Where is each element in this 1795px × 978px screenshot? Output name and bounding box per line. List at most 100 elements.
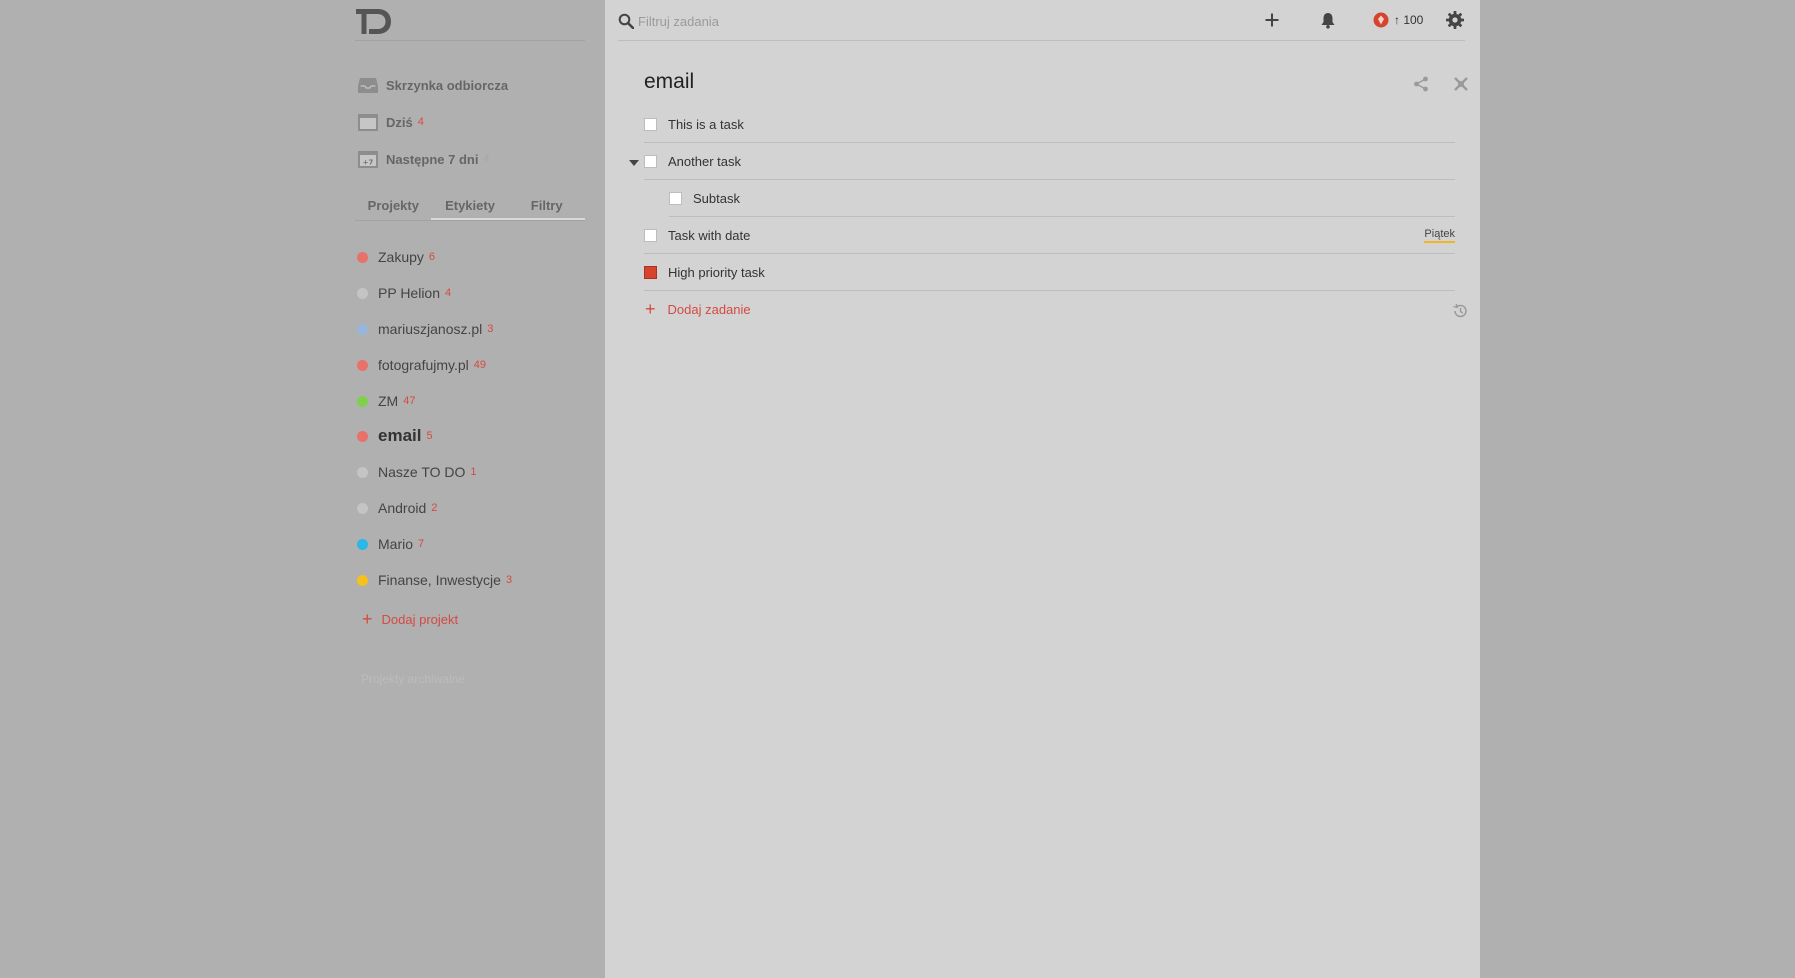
project-count: 5 <box>426 430 433 442</box>
collapse-arrow-icon[interactable] <box>629 160 639 166</box>
tools-icon[interactable] <box>1453 76 1469 92</box>
project-count: 1 <box>470 466 477 478</box>
project-count: 47 <box>403 395 416 407</box>
plus-icon <box>1265 13 1279 27</box>
project-item[interactable]: Finanse, Inwestycje 3 <box>357 570 512 590</box>
project-color-dot <box>357 359 368 371</box>
project-name: fotografujmy.pl <box>378 357 469 373</box>
task-item[interactable]: Another task <box>644 144 1455 180</box>
project-name: mariuszjanosz.pl <box>378 321 483 337</box>
project-color-dot <box>357 430 368 442</box>
karma-icon <box>1373 12 1389 28</box>
project-count: 3 <box>505 574 513 586</box>
nav-inbox-label: Skrzynka odbiorcza <box>386 77 509 93</box>
archived-projects-link[interactable]: Projekty archiwalne <box>361 672 465 686</box>
add-task-button[interactable]: + Dodaj zadanie <box>645 300 751 318</box>
top-bar: ↑ 100 <box>618 0 1465 41</box>
search-input[interactable] <box>638 10 1138 32</box>
project-count: 2 <box>431 502 438 514</box>
project-item[interactable]: Zakupy 6 <box>357 247 435 267</box>
project-count: 4 <box>445 287 452 299</box>
project-name: PP Helion <box>378 285 441 301</box>
project-color-dot <box>357 395 368 407</box>
project-item[interactable]: PP Helion 4 <box>357 283 451 303</box>
task-label[interactable]: Another task <box>668 154 1455 169</box>
project-color-dot <box>357 287 368 299</box>
notifications-button[interactable] <box>1318 10 1338 30</box>
project-color-dot <box>357 538 368 550</box>
main-panel: ↑ 100 email <box>605 0 1480 978</box>
nav-next-7-days-label: Następne 7 dni <box>386 151 479 167</box>
nav-inbox[interactable]: Skrzynka odbiorcza <box>358 74 508 96</box>
project-item[interactable]: fotografujmy.pl 49 <box>357 355 486 375</box>
add-project-label: Dodaj projekt <box>381 611 459 627</box>
project-name: Android <box>378 500 427 516</box>
project-color-dot <box>357 502 368 514</box>
add-task-label: Dodaj zadanie <box>667 301 751 317</box>
project-count: 6 <box>428 251 436 263</box>
project-item[interactable]: Mario 7 <box>357 534 424 554</box>
settings-icon <box>1446 11 1464 29</box>
logo[interactable] <box>356 7 392 35</box>
plus-icon: + <box>645 299 656 319</box>
project-name: Mario <box>378 536 414 552</box>
karma-button[interactable]: ↑ 100 <box>1373 10 1423 30</box>
task-checkbox[interactable] <box>669 192 682 205</box>
task-item[interactable]: High priority task <box>644 255 1455 291</box>
subtask-item[interactable]: Subtask <box>669 181 1455 217</box>
sidebar-tabs: Projekty Etykiety Filtry <box>355 194 585 221</box>
project-name: email <box>378 426 422 445</box>
task-label[interactable]: High priority task <box>668 265 1455 280</box>
task-checkbox-high-priority[interactable] <box>644 266 657 279</box>
svg-text:+7: +7 <box>363 159 374 167</box>
project-item-active[interactable]: email 5 <box>357 426 433 446</box>
project-item[interactable]: Android 2 <box>357 498 437 518</box>
project-name: ZM <box>378 393 399 409</box>
project-item[interactable]: mariuszjanosz.pl 3 <box>357 319 493 339</box>
project-color-dot <box>357 574 368 586</box>
project-name: Nasze TO DO <box>378 464 466 480</box>
karma-value: ↑ 100 <box>1394 13 1424 27</box>
nav-today-count: 4 <box>417 116 424 128</box>
task-checkbox[interactable] <box>644 118 657 131</box>
project-name: Finanse, Inwestycje <box>378 572 501 588</box>
task-label[interactable]: Task with date <box>668 228 1424 243</box>
task-item[interactable]: This is a task <box>644 107 1455 143</box>
task-label[interactable]: Subtask <box>693 191 1455 206</box>
project-color-dot <box>357 466 368 478</box>
history-icon[interactable] <box>1452 303 1468 319</box>
project-item[interactable]: ZM 47 <box>357 391 415 411</box>
task-checkbox[interactable] <box>644 229 657 242</box>
task-label[interactable]: This is a task <box>668 117 1455 132</box>
tab-projekty[interactable]: Projekty <box>355 194 432 220</box>
project-item[interactable]: Nasze TO DO 1 <box>357 462 477 482</box>
nav-today-label: Dziś <box>386 114 413 130</box>
plus-icon: + <box>362 609 373 629</box>
tab-filtry[interactable]: Filtry <box>508 194 585 220</box>
task-checkbox[interactable] <box>644 155 657 168</box>
nav-next-7-days[interactable]: +7 Następne 7 dni 4 <box>358 148 490 170</box>
search-icon <box>618 13 635 30</box>
add-task-quick-button[interactable] <box>1262 10 1282 30</box>
nav-next-7-days-count: 4 <box>483 153 490 165</box>
project-name: Zakupy <box>378 249 424 265</box>
tab-active-indicator <box>431 218 585 220</box>
sidebar: Skrzynka odbiorcza Dziś 4 +7 Następne 7 … <box>0 0 604 978</box>
calendar-week-icon: +7 <box>358 150 378 168</box>
project-color-dot <box>357 251 368 263</box>
nav-today[interactable]: Dziś 4 <box>358 111 424 133</box>
project-count: 7 <box>418 538 425 550</box>
tab-etykiety[interactable]: Etykiety <box>432 194 509 220</box>
settings-button[interactable] <box>1445 10 1465 30</box>
task-item[interactable]: Task with date Piątek <box>644 218 1455 254</box>
project-count: 3 <box>487 323 494 335</box>
project-count: 49 <box>473 359 487 371</box>
add-project-button[interactable]: + Dodaj projekt <box>362 610 458 628</box>
task-due-date[interactable]: Piątek <box>1424 228 1455 243</box>
right-background <box>1480 0 1795 978</box>
bell-icon <box>1321 12 1335 29</box>
calendar-icon <box>358 113 378 131</box>
sidebar-divider <box>355 40 585 41</box>
project-color-dot <box>357 323 368 335</box>
share-icon[interactable] <box>1413 76 1429 92</box>
